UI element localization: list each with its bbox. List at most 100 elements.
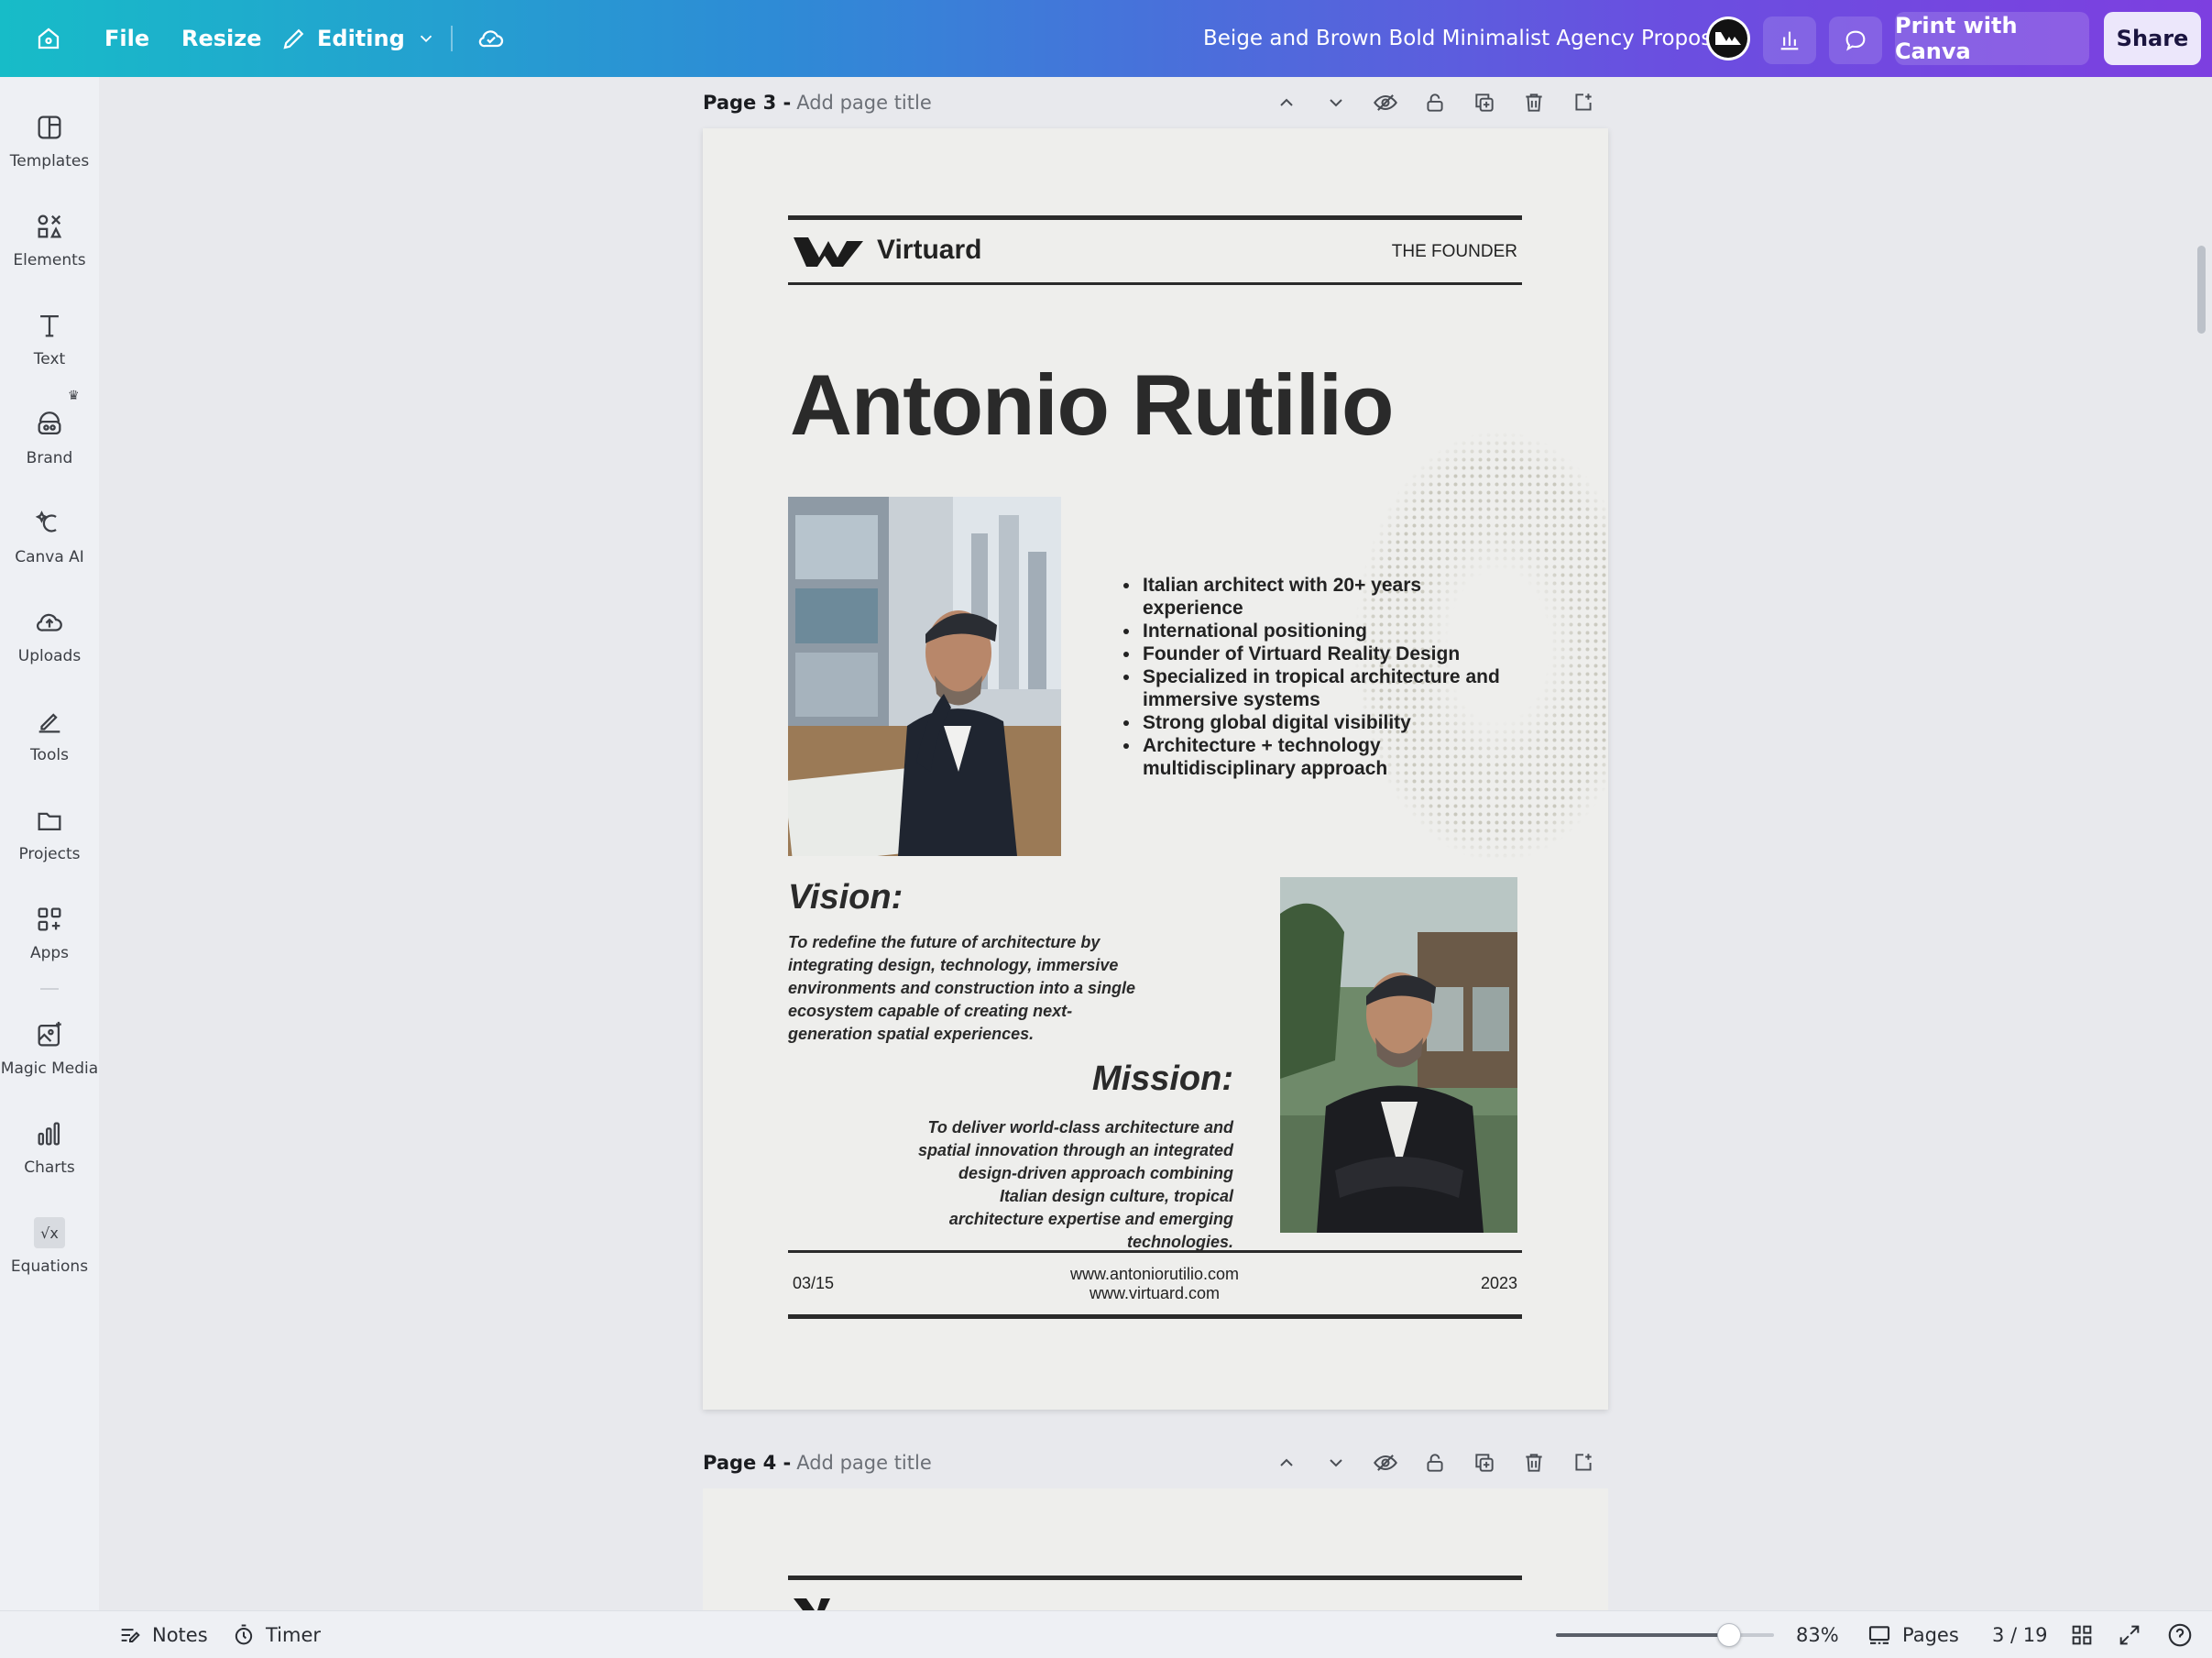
lock-icon[interactable] xyxy=(1410,1451,1460,1475)
sidebar-item-label: Apps xyxy=(29,944,70,962)
editing-mode-button[interactable]: Editing xyxy=(280,0,436,77)
fullscreen-button[interactable] xyxy=(2117,1611,2142,1658)
page-4-canvas[interactable] xyxy=(703,1488,1608,1610)
chevron-down-icon[interactable] xyxy=(1311,1452,1361,1474)
section-label: THE FOUNDER xyxy=(1391,242,1517,261)
zoom-slider-fill xyxy=(1556,1633,1729,1637)
pages-button[interactable]: Pages xyxy=(1866,1611,1959,1658)
footer-year: 2023 xyxy=(1480,1274,1517,1292)
vertical-scrollbar[interactable] xyxy=(2197,246,2206,334)
sidebar-item-label: Projects xyxy=(18,845,81,863)
sidebar-item-templates[interactable]: Templates xyxy=(0,103,99,192)
resize-button[interactable]: Resize xyxy=(181,0,262,77)
page-number-label: Page 4 - xyxy=(703,1452,792,1474)
sidebar-item-equations[interactable]: √x Equations xyxy=(0,1208,99,1298)
chevron-up-icon[interactable] xyxy=(1262,92,1311,114)
sidebar-item-text[interactable]: Text xyxy=(0,301,99,390)
help-icon xyxy=(2168,1623,2192,1647)
help-button[interactable] xyxy=(2166,1611,2194,1658)
add-page-icon[interactable] xyxy=(1559,91,1608,115)
sidebar-item-label: Equations xyxy=(10,1257,89,1276)
zoom-level[interactable]: 83% xyxy=(1796,1611,1839,1658)
mission-title: Mission: xyxy=(1091,1060,1233,1098)
brand-icon xyxy=(38,412,61,435)
trash-icon[interactable] xyxy=(1509,91,1559,115)
elements-icon xyxy=(38,214,62,238)
left-sidebar: Templates Elements Text ♛ Brand Canva AI… xyxy=(0,77,99,1610)
home-icon[interactable] xyxy=(31,22,66,55)
sidebar-item-apps[interactable]: Apps xyxy=(0,895,99,984)
grid-view-icon xyxy=(2072,1625,2092,1645)
duplicate-icon[interactable] xyxy=(1460,91,1509,115)
sidebar-item-uploads[interactable]: Uploads xyxy=(0,598,99,687)
sidebar-item-label: Tools xyxy=(30,746,69,764)
sidebar-item-canva-ai[interactable]: Canva AI xyxy=(0,499,99,588)
tools-icon xyxy=(38,713,60,733)
print-with-canva-button[interactable]: Print with Canva xyxy=(1895,12,2089,65)
zoom-slider-handle[interactable] xyxy=(1716,1623,1741,1647)
page-counter[interactable]: 3 / 19 xyxy=(1992,1611,2048,1658)
page-title-input[interactable]: Add page title xyxy=(796,1452,932,1474)
founder-outdoor-photo[interactable] xyxy=(1280,877,1517,1233)
virtuard-logo-icon xyxy=(794,237,863,267)
bar-chart-icon xyxy=(1780,31,1799,50)
timer-button[interactable]: Timer xyxy=(231,1611,321,1658)
hide-eye-icon[interactable] xyxy=(1361,1450,1410,1476)
uploads-icon xyxy=(37,613,62,631)
sidebar-item-projects[interactable]: Projects xyxy=(0,796,99,885)
charts-icon xyxy=(38,1122,60,1146)
page-title-input[interactable]: Add page title xyxy=(796,92,932,114)
cloud-saved-icon[interactable] xyxy=(475,22,508,55)
list-item: Architecture + technology multidisciplin… xyxy=(1141,734,1517,780)
insights-button[interactable] xyxy=(1763,16,1816,64)
file-menu-button[interactable]: File xyxy=(104,0,149,77)
comments-button[interactable] xyxy=(1829,16,1882,64)
page-4-header-rule xyxy=(788,1576,1522,1580)
footer-url-primary[interactable]: www.antoniorutilio.com xyxy=(1017,1265,1292,1284)
founder-office-photo-image xyxy=(788,497,1061,856)
fullscreen-icon xyxy=(2119,1625,2140,1645)
sidebar-item-elements[interactable]: Elements xyxy=(0,202,99,291)
equations-icon: √x xyxy=(34,1217,65,1248)
templates-icon xyxy=(38,115,61,139)
share-button[interactable]: Share xyxy=(2104,12,2201,65)
duplicate-icon[interactable] xyxy=(1460,1451,1509,1475)
editing-label: Editing xyxy=(317,26,405,51)
sidebar-item-magic-media[interactable]: Magic Media xyxy=(0,1010,99,1100)
founder-outdoor-photo-image xyxy=(1280,877,1517,1233)
trash-icon[interactable] xyxy=(1509,1451,1559,1475)
list-item: Italian architect with 20+ years experie… xyxy=(1141,574,1517,620)
sidebar-item-tools[interactable]: Tools xyxy=(0,697,99,786)
magic-media-icon xyxy=(38,1021,61,1047)
comment-icon xyxy=(1845,30,1866,51)
footer-url-secondary[interactable]: www.virtuard.com xyxy=(1017,1284,1292,1303)
bottom-bar: Notes Timer 83% Pages 3 / 19 xyxy=(0,1610,2212,1658)
user-avatar[interactable] xyxy=(1706,16,1750,60)
founder-office-photo[interactable] xyxy=(788,497,1061,856)
footer-page-number: 03/15 xyxy=(793,1274,835,1292)
chevron-down-icon[interactable] xyxy=(1311,92,1361,114)
mission-text: To deliver world-class architecture and … xyxy=(917,1118,1233,1251)
chevron-up-icon[interactable] xyxy=(1262,1452,1311,1474)
toolbar-divider xyxy=(451,26,453,51)
page-3-header: Page 3 - Add page title xyxy=(703,84,1608,121)
founder-bullet-list: Italian architect with 20+ years experie… xyxy=(1122,574,1517,780)
vision-title: Vision: xyxy=(788,878,903,917)
list-item: International positioning xyxy=(1141,620,1517,642)
chevron-down-icon xyxy=(420,35,432,43)
header-top-rule xyxy=(788,215,1522,220)
grid-view-button[interactable] xyxy=(2069,1611,2095,1658)
add-page-icon[interactable] xyxy=(1559,1451,1608,1475)
zoom-slider[interactable] xyxy=(1556,1623,1774,1647)
sidebar-item-label: Canva AI xyxy=(15,548,84,566)
list-item: Specialized in tropical architecture and… xyxy=(1141,665,1517,711)
document-title[interactable]: Beige and Brown Bold Minimalist Agency P… xyxy=(1203,0,1731,77)
notes-label: Notes xyxy=(152,1624,208,1646)
pages-icon xyxy=(1868,1626,1890,1644)
lock-icon[interactable] xyxy=(1410,91,1460,115)
sidebar-item-charts[interactable]: Charts xyxy=(0,1109,99,1199)
notes-button[interactable]: Notes xyxy=(117,1611,208,1658)
hide-eye-icon[interactable] xyxy=(1361,90,1410,115)
vision-text: To redefine the future of architecture b… xyxy=(788,933,1136,1043)
sidebar-item-brand[interactable]: Brand xyxy=(0,400,99,489)
